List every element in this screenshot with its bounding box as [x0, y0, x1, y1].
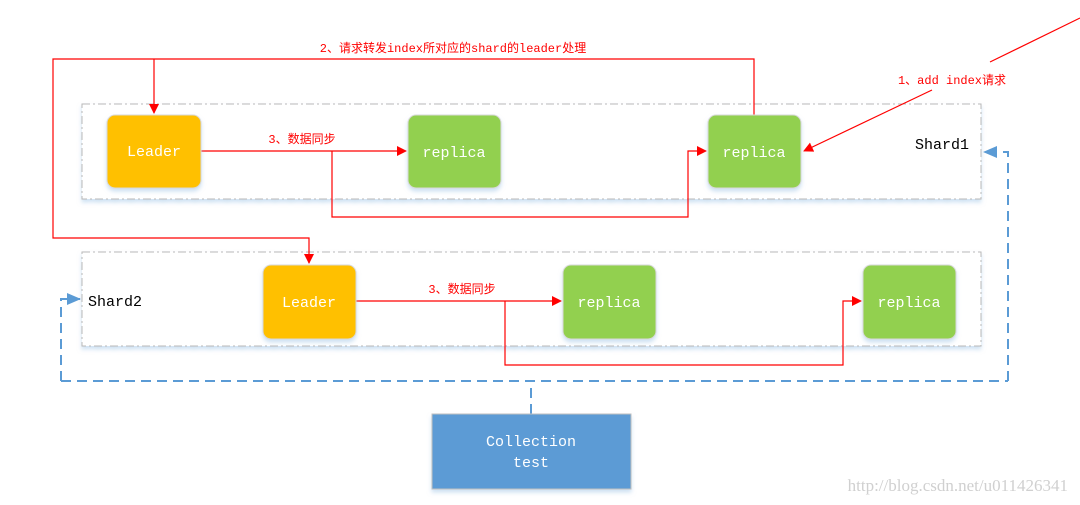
node-label: replica: [577, 295, 640, 312]
collection-name: Collection: [486, 434, 576, 451]
node-label: replica: [877, 295, 940, 312]
step1-label: 1、add index请求: [898, 73, 1006, 88]
shard2-leader-node: Leader: [262, 264, 357, 340]
shard2-replica-node: replica: [562, 264, 657, 340]
shard1-leader-node: Leader: [106, 114, 202, 189]
shard2-replica-node: replica: [862, 264, 957, 340]
step2-label: 2、请求转发index所对应的shard的leader处理: [320, 40, 586, 56]
watermark: http://blog.csdn.net/u011426341: [848, 476, 1068, 495]
shard1-replica-node: replica: [407, 114, 502, 189]
node-label: replica: [422, 145, 485, 162]
shard1-link: [983, 146, 1009, 381]
step3-label-shard1: 3、数据同步: [268, 131, 335, 147]
shard2-label: Shard2: [88, 294, 142, 311]
shard1-label: Shard1: [915, 137, 969, 154]
shard1-replica-node: replica: [707, 114, 802, 189]
node-label: Leader: [282, 295, 336, 312]
node-label: Leader: [127, 144, 181, 161]
collection-node: Collection test: [431, 413, 632, 490]
step1-line: [989, 17, 1080, 63]
collection-subtitle: test: [513, 455, 549, 472]
solr-cloud-diagram: Leader replica replica Leader replica re…: [52, 17, 1080, 495]
node-label: replica: [722, 145, 785, 162]
shard2-container: [81, 251, 982, 347]
step3-label-shard2: 3、数据同步: [428, 281, 495, 297]
